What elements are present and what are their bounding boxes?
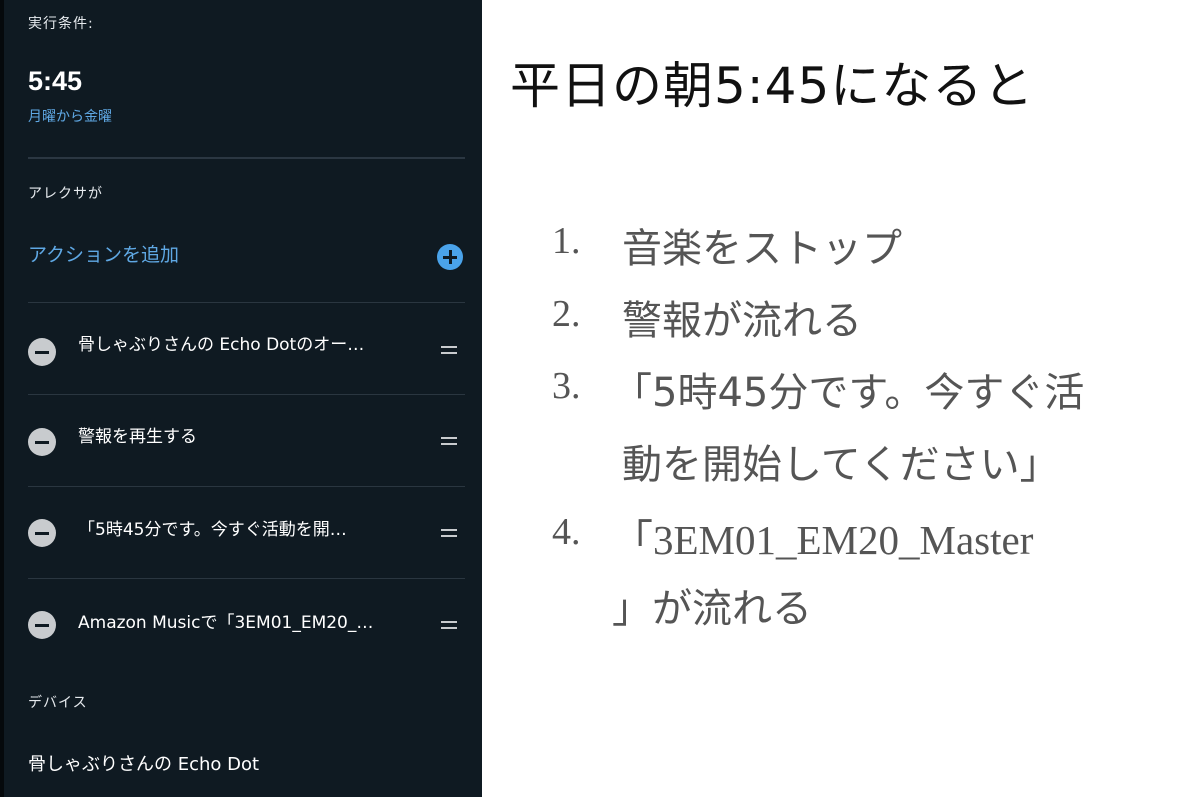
action-row[interactable]: 「5時45分です。今すぐ活動を開… [4,502,482,562]
drag-handle-icon[interactable] [441,435,459,447]
step-number: 4. [552,511,581,553]
remove-minus-icon[interactable] [28,519,56,547]
step-text: 」が流れる [612,586,812,632]
step-number: 1. [552,220,581,262]
remove-minus-icon[interactable] [28,611,56,639]
step-text: 警報が流れる [622,298,862,344]
annotation-heading: 平日の朝5:45になると [510,57,1035,115]
add-action-link[interactable]: アクションを追加 [28,240,179,267]
device-name[interactable]: 骨しゃぶりさんの Echo Dot [28,750,259,776]
divider [28,578,465,579]
action-row[interactable]: 骨しゃぶりさんの Echo Dotのオー… [4,318,482,378]
action-text: 警報を再生する [78,427,197,447]
step-number: 3. [552,365,581,407]
step-text: 音楽をストップ [622,226,902,272]
device-section-label: デバイス [28,695,88,711]
trigger-days: 月曜から金曜 [28,109,112,125]
divider [28,486,465,487]
divider [28,394,465,395]
step-text: 「5時45分です。今すぐ活 [612,370,1085,416]
add-action-plus-icon[interactable] [437,244,463,270]
drag-handle-icon[interactable] [441,527,459,539]
action-text: Amazon Musicで「3EM01_EM20_… [78,613,374,633]
drag-handle-icon[interactable] [441,344,459,356]
step-number: 2. [552,293,581,335]
trigger-section-label: 実行条件: [28,16,94,32]
drag-handle-icon[interactable] [441,619,459,631]
actions-section-label: アレクサが [28,186,103,202]
divider [28,157,465,159]
trigger-time[interactable]: 5:45 [28,66,82,97]
divider [28,302,465,303]
remove-minus-icon[interactable] [28,428,56,456]
action-row[interactable]: Amazon Musicで「3EM01_EM20_… [4,594,482,654]
action-row[interactable]: 警報を再生する [4,410,482,470]
remove-minus-icon[interactable] [28,338,56,366]
action-text: 「5時45分です。今すぐ活動を開… [78,520,347,540]
step-text: 「3EM01_EM20_Master [612,517,1034,563]
step-text: 動を開始してください」 [622,442,1060,488]
routine-panel: 実行条件: 5:45 月曜から金曜 アレクサが アクションを追加 骨しゃぶりさん… [0,0,482,797]
action-text: 骨しゃぶりさんの Echo Dotのオー… [78,335,365,355]
